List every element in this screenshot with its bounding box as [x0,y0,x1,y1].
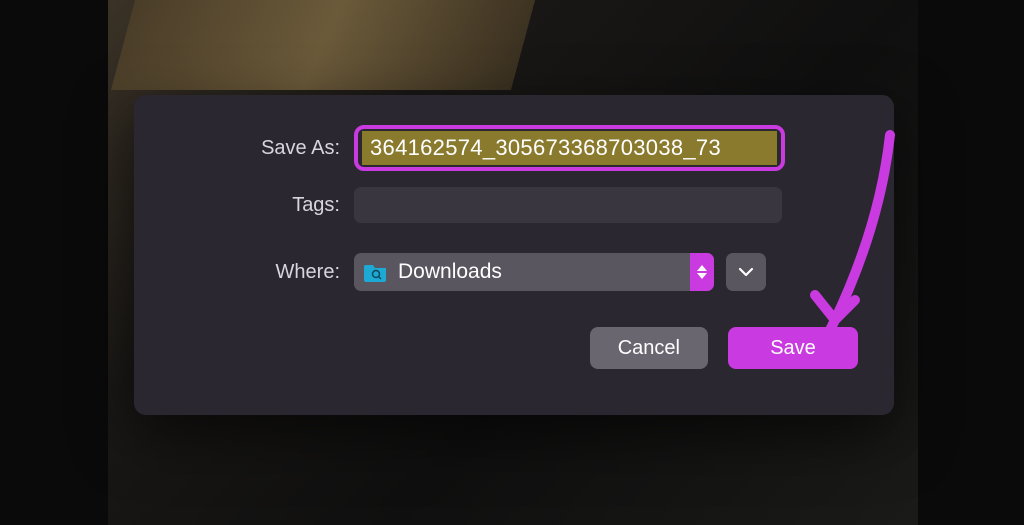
filename-input[interactable] [362,131,777,165]
where-row: Where: Downloads [164,253,864,291]
filename-input-wrapper [354,125,785,171]
where-folder-select[interactable]: Downloads [354,253,714,291]
cancel-button[interactable]: Cancel [590,327,708,369]
where-label: Where: [164,261,354,284]
where-folder-name: Downloads [398,260,690,284]
folder-icon [364,262,388,282]
expand-button[interactable] [726,253,766,291]
save-button[interactable]: Save [728,327,858,369]
save-as-row: Save As: [164,125,864,171]
save-as-label: Save As: [164,137,354,160]
dialog-button-row: Cancel Save [164,327,864,369]
stepper-icon [690,253,714,291]
save-dialog: Save As: Tags: Where: Downloads [134,95,894,415]
tags-label: Tags: [164,194,354,217]
filename-highlight-ring [354,125,785,171]
tags-input[interactable] [354,187,782,223]
tags-row: Tags: [164,187,864,223]
chevron-down-icon [738,267,754,277]
